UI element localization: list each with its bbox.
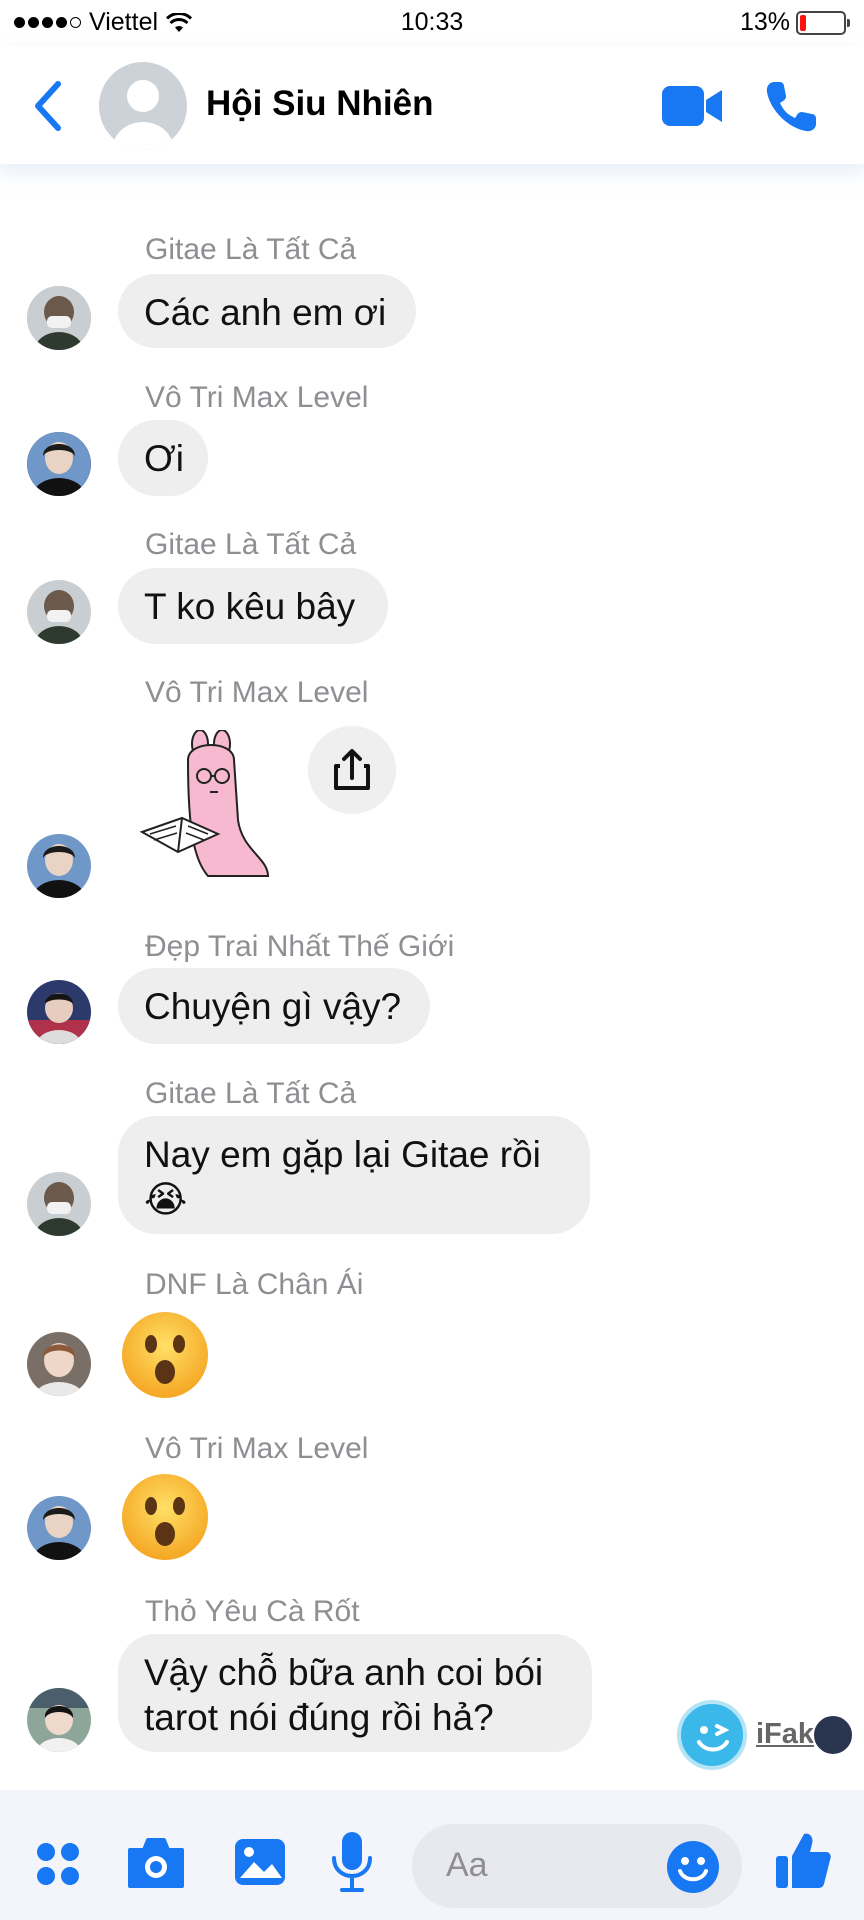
apps-grid-icon[interactable]	[34, 1840, 82, 1888]
sender-avatar[interactable]	[27, 286, 91, 350]
rabbit-reading-sticker[interactable]	[138, 730, 284, 880]
phone-call-icon[interactable]	[764, 78, 820, 134]
video-call-icon[interactable]	[662, 84, 724, 128]
sender-avatar[interactable]	[27, 1172, 91, 1236]
message-sender: Vô Tri Max Level	[145, 676, 369, 709]
message-bubble[interactable]: Các anh em ơi	[118, 274, 416, 348]
chat-title[interactable]: Hội Siu Nhiên	[206, 84, 434, 124]
camera-icon[interactable]	[126, 1836, 186, 1890]
share-button[interactable]	[308, 726, 396, 814]
sender-avatar[interactable]	[27, 432, 91, 496]
message-sender: Gitae Là Tất Cả	[145, 233, 357, 266]
gallery-icon[interactable]	[232, 1834, 288, 1890]
composer-bar: Aa	[0, 1790, 864, 1920]
clock: 10:33	[400, 8, 464, 36]
watermark-text: iFak	[756, 1718, 815, 1750]
battery-icon	[796, 10, 850, 35]
share-icon	[334, 749, 370, 790]
sender-avatar[interactable]	[27, 1332, 91, 1396]
message-sender: Gitae Là Tất Cả	[145, 1077, 357, 1110]
watermark-avatar	[812, 1714, 854, 1756]
message-bubble[interactable]: T ko kêu bây	[118, 568, 388, 644]
sender-avatar[interactable]	[27, 834, 91, 898]
message-bubble[interactable]: Nay em gặp lại Gitae rồi 😭	[118, 1116, 590, 1234]
message-sender: Vô Tri Max Level	[145, 1432, 369, 1465]
message-bubble[interactable]: Ơi	[118, 420, 208, 496]
surprised-face-emoji[interactable]	[120, 1472, 210, 1562]
sender-avatar[interactable]	[27, 1496, 91, 1560]
default-user-icon	[113, 80, 173, 150]
message-text-line: Vậy chỗ bữa anh coi bói	[144, 1652, 544, 1693]
message-text-line: tarot nói đúng rồi hả?	[144, 1697, 494, 1738]
back-arrow-icon[interactable]	[28, 76, 68, 136]
crying-face-emoji: 😭	[144, 1179, 188, 1220]
watermark-logo-icon	[677, 1700, 747, 1770]
message-input[interactable]: Aa	[412, 1824, 742, 1908]
status-bar: Viettel 10:33 13%	[0, 0, 864, 46]
sender-avatar[interactable]	[27, 980, 91, 1044]
microphone-icon[interactable]	[330, 1830, 374, 1894]
status-right: 13%	[739, 8, 850, 37]
chat-header: Hội Siu Nhiên	[0, 46, 864, 164]
message-text-line: Nay em gặp lại Gitae rồi	[144, 1134, 541, 1175]
message-sender: Vô Tri Max Level	[145, 381, 369, 414]
sender-avatar[interactable]	[27, 580, 91, 644]
thumbs-up-icon[interactable]	[774, 1830, 832, 1890]
group-avatar[interactable]	[99, 62, 187, 150]
sender-avatar[interactable]	[27, 1688, 91, 1752]
message-sender: Đẹp Trai Nhất Thế Giới	[145, 930, 455, 963]
message-bubble[interactable]: Vậy chỗ bữa anh coi bói tarot nói đúng r…	[118, 1634, 592, 1752]
surprised-face-emoji[interactable]	[120, 1310, 210, 1400]
message-bubble[interactable]: Chuyện gì vậy?	[118, 968, 430, 1044]
message-sender: Gitae Là Tất Cả	[145, 528, 357, 561]
message-input-placeholder: Aa	[446, 1846, 488, 1884]
battery-percent: 13%	[739, 8, 790, 36]
message-sender: Thỏ Yêu Cà Rốt	[145, 1595, 360, 1628]
emoji-picker-icon[interactable]	[666, 1840, 720, 1894]
message-sender: DNF Là Chân Ái	[145, 1268, 364, 1301]
